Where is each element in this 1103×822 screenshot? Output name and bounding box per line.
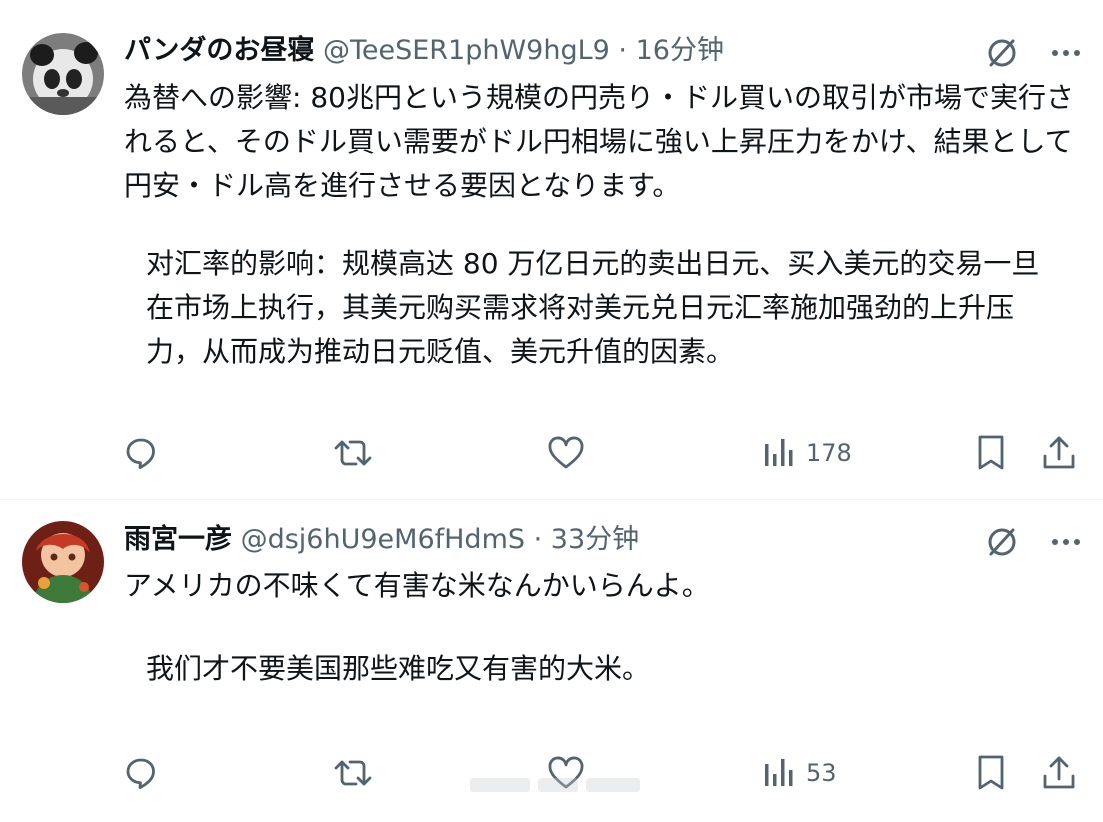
more-icon[interactable] xyxy=(1049,525,1083,559)
display-name[interactable]: 雨宮一彦 xyxy=(124,524,232,555)
views-button[interactable]: 178 xyxy=(762,433,852,473)
retweet-icon xyxy=(334,440,372,466)
avatar[interactable] xyxy=(22,521,104,603)
tweet-header: 雨宮一彦 @dsj6hU9eM6fHdmS · 33分钟 xyxy=(124,523,973,557)
views-count: 178 xyxy=(806,439,852,467)
separator-dot: · xyxy=(618,35,628,66)
user-handle[interactable]: @dsj6hU9eM6fHdmS xyxy=(241,524,525,555)
like-button[interactable] xyxy=(546,433,586,473)
tweet-text-original: アメリカの不味くて有害な米なんかいらんよ。 xyxy=(124,569,710,602)
bookmark-button[interactable] xyxy=(974,433,1008,473)
more-icon[interactable] xyxy=(1049,36,1083,70)
tweet[interactable]: パンダのお昼寝 @TeeSER1phW9hgL9 · 16分钟 為替への影響: … xyxy=(0,0,1103,500)
tweet-header-icons xyxy=(985,525,1083,559)
tweet-text-translation: 我们才不要美国那些难吃又有害的大米。 xyxy=(146,652,651,685)
retweet-button[interactable] xyxy=(332,753,374,793)
tweet-header: パンダのお昼寝 @TeeSER1phW9hgL9 · 16分钟 xyxy=(124,34,973,68)
bookmark-button[interactable] xyxy=(974,753,1008,793)
avatar-panda-image xyxy=(22,33,104,115)
tweet-time[interactable]: 16分钟 xyxy=(636,35,724,66)
avatar[interactable] xyxy=(22,33,104,115)
share-icon xyxy=(1043,436,1075,469)
bookmark-icon xyxy=(978,435,1004,470)
separator-dot: · xyxy=(533,524,543,555)
tweet-text-original: 為替への影響: 80兆円という規模の円売り・ドル買いの取引が市場で実行されると、… xyxy=(124,81,1074,202)
views-icon xyxy=(765,439,793,466)
tweet-time[interactable]: 33分钟 xyxy=(551,524,639,555)
tweet-header-icons xyxy=(985,36,1083,70)
like-icon xyxy=(548,436,584,469)
user-handle[interactable]: @TeeSER1phW9hgL9 xyxy=(323,35,610,66)
tweet-text-translation: 对汇率的影响：规模高达 80 万亿日元的卖出日元、买入美元的交易一旦在市场上执行… xyxy=(146,247,1040,368)
retweet-button[interactable] xyxy=(332,433,374,473)
reply-button[interactable] xyxy=(122,753,160,793)
views-icon xyxy=(765,759,793,786)
views-count: 53 xyxy=(806,759,837,787)
watermark xyxy=(470,778,640,792)
share-button[interactable] xyxy=(1040,753,1078,793)
tweet-actions: 178 xyxy=(122,433,1079,473)
avatar-anime-image xyxy=(22,521,104,603)
reply-icon xyxy=(126,438,155,469)
share-button[interactable] xyxy=(1040,433,1078,473)
retweet-icon xyxy=(334,760,372,786)
translate-icon[interactable] xyxy=(985,525,1019,559)
views-button[interactable]: 53 xyxy=(762,753,837,793)
display-name[interactable]: パンダのお昼寝 xyxy=(124,35,314,66)
translate-icon[interactable] xyxy=(985,36,1019,70)
tweet[interactable]: 雨宮一彦 @dsj6hU9eM6fHdmS · 33分钟 アメリカの不味くて有害… xyxy=(0,500,1103,822)
reply-icon xyxy=(126,758,155,789)
bookmark-icon xyxy=(978,755,1004,790)
share-icon xyxy=(1043,756,1075,789)
reply-button[interactable] xyxy=(122,433,160,473)
